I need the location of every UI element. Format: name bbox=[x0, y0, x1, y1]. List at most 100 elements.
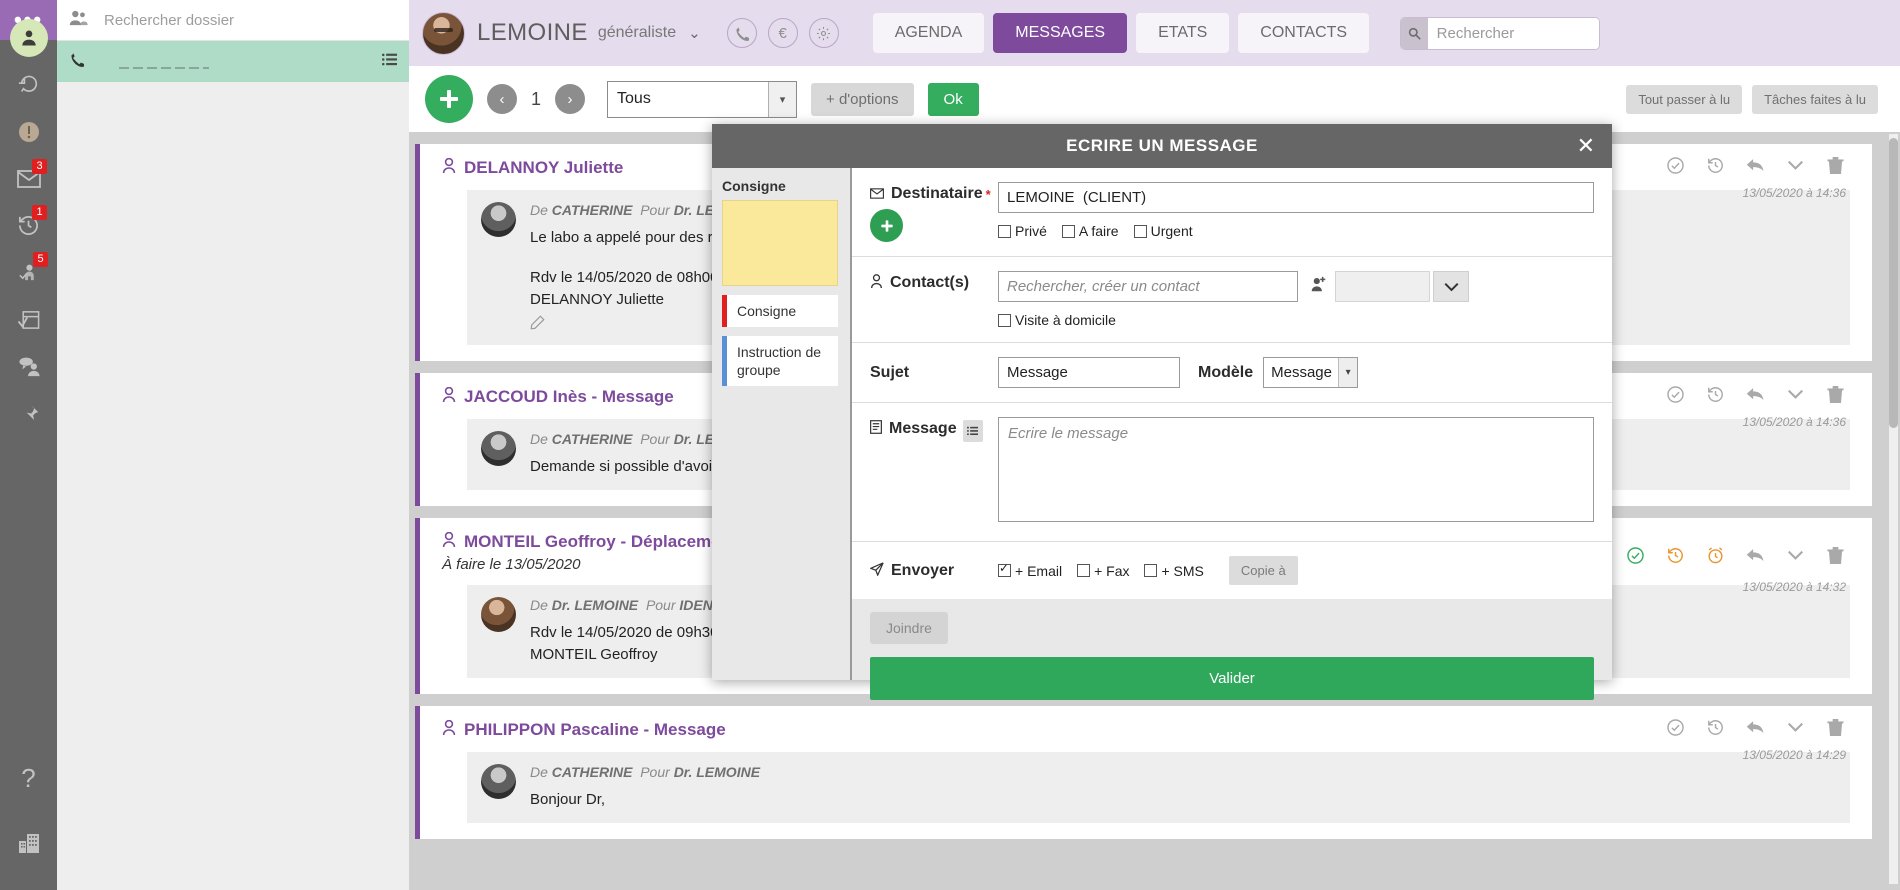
history-icon[interactable] bbox=[1700, 712, 1730, 742]
message-title-text: JACCOUD Inès - Message bbox=[464, 387, 674, 406]
rail-item-history[interactable]: 1 bbox=[0, 202, 57, 249]
checkbox-box[interactable] bbox=[998, 561, 1011, 577]
modal-title: ECRIRE UN MESSAGE bbox=[1066, 136, 1258, 155]
chevron-down-icon[interactable]: ⌄ bbox=[688, 24, 701, 42]
copie-a-button[interactable]: Copie à bbox=[1228, 556, 1298, 585]
reply-icon[interactable] bbox=[1740, 150, 1770, 180]
trash-icon[interactable] bbox=[1820, 379, 1850, 409]
chevron-down-icon[interactable]: ▾ bbox=[768, 81, 797, 117]
checkbox-box[interactable] bbox=[998, 313, 1011, 327]
reply-icon[interactable] bbox=[1740, 379, 1770, 409]
reply-icon[interactable] bbox=[1740, 712, 1770, 742]
message-textarea[interactable] bbox=[998, 417, 1594, 522]
message-actions bbox=[1650, 150, 1850, 180]
tab-agenda[interactable]: AGENDA bbox=[872, 13, 985, 53]
history-icon[interactable] bbox=[1700, 150, 1730, 180]
chevron-down-icon[interactable] bbox=[1780, 712, 1810, 742]
add-message-button[interactable] bbox=[425, 75, 473, 123]
history-icon[interactable] bbox=[1700, 379, 1730, 409]
checkbox-visite-a-domicile[interactable]: Visite à domicile bbox=[998, 312, 1116, 328]
euro-icon-button[interactable]: € bbox=[767, 18, 798, 48]
valider-button[interactable]: Valider bbox=[870, 657, 1594, 700]
add-destinataire-button[interactable] bbox=[870, 209, 903, 242]
rail-item-user[interactable] bbox=[0, 14, 57, 61]
list-scrollbar[interactable] bbox=[1889, 134, 1898, 884]
chevron-down-icon[interactable] bbox=[1780, 540, 1810, 570]
close-icon[interactable]: ✕ bbox=[1577, 135, 1595, 157]
contacts-select-box[interactable] bbox=[1335, 271, 1430, 302]
rail-item-pin[interactable] bbox=[0, 390, 57, 437]
contacts-label: Contact(s) bbox=[890, 274, 970, 291]
gear-icon-button[interactable] bbox=[808, 18, 839, 48]
check-circle-icon[interactable] bbox=[1620, 540, 1650, 570]
rail-item-chat[interactable] bbox=[0, 343, 57, 390]
phone-icon bbox=[69, 52, 84, 72]
chevron-down-icon[interactable] bbox=[1780, 379, 1810, 409]
modal-body: Consigne Consigne Instruction de groupe … bbox=[712, 168, 1612, 700]
rail-item-refresh[interactable] bbox=[0, 61, 57, 108]
rail-item-mail[interactable]: 3 bbox=[0, 155, 57, 202]
folder-list-icon[interactable] bbox=[382, 53, 397, 70]
chevron-down-icon[interactable] bbox=[1433, 271, 1469, 302]
tasks-done-button[interactable]: Tâches faites à lu bbox=[1752, 84, 1878, 114]
checkbox-urgent[interactable]: Urgent bbox=[1133, 223, 1193, 239]
check-circle-icon[interactable] bbox=[1660, 712, 1690, 742]
global-search-input[interactable] bbox=[1427, 17, 1600, 49]
checkbox-sms[interactable]: + SMS bbox=[1144, 563, 1204, 579]
history-icon[interactable] bbox=[1660, 540, 1690, 570]
rail-item-help[interactable]: ? bbox=[0, 755, 57, 802]
modal-left-pane: Consigne Consigne Instruction de groupe bbox=[712, 168, 852, 680]
checkbox-box[interactable] bbox=[1061, 224, 1075, 238]
consigne-note-area[interactable] bbox=[722, 200, 838, 286]
ok-button[interactable]: Ok bbox=[927, 82, 979, 116]
folder-selected-row[interactable] bbox=[57, 41, 409, 82]
destinataire-input[interactable] bbox=[998, 182, 1594, 213]
chevron-down-icon[interactable]: ▾ bbox=[1338, 358, 1358, 387]
trash-icon[interactable] bbox=[1820, 712, 1850, 742]
trash-icon[interactable] bbox=[1820, 150, 1850, 180]
next-page-button[interactable]: › bbox=[555, 84, 586, 114]
message-card[interactable]: PHILIPPON Pascaline - Message 13/05/2020… bbox=[415, 706, 1872, 839]
chevron-down-icon[interactable] bbox=[1780, 150, 1810, 180]
rail-item-patients[interactable]: 5 bbox=[0, 249, 57, 296]
write-message-modal: ECRIRE UN MESSAGE ✕ Consigne Consigne In… bbox=[712, 124, 1612, 700]
more-options-button[interactable]: + d'options bbox=[811, 82, 914, 116]
modal-left-item-instruction-groupe[interactable]: Instruction de groupe bbox=[722, 336, 838, 386]
joindre-button[interactable]: Joindre bbox=[870, 612, 948, 644]
check-circle-icon[interactable] bbox=[1660, 379, 1690, 409]
envoyer-row: Envoyer + Email + Fax + SMS Cop bbox=[852, 542, 1612, 599]
checkbox-fax[interactable]: + Fax bbox=[1077, 563, 1129, 579]
checkbox-box[interactable] bbox=[1144, 564, 1158, 577]
filter-select[interactable]: Tous ▾ bbox=[607, 80, 798, 118]
rail-item-buildings[interactable] bbox=[0, 819, 57, 866]
alarm-icon[interactable] bbox=[1700, 540, 1730, 570]
folder-search-bar[interactable] bbox=[57, 0, 409, 41]
message-templates-icon[interactable] bbox=[962, 420, 983, 442]
checkbox-prive[interactable]: Privé bbox=[998, 223, 1047, 239]
checkbox-box[interactable] bbox=[998, 224, 1011, 238]
tab-messages[interactable]: MESSAGES bbox=[993, 13, 1128, 53]
checkbox-email[interactable]: + Email bbox=[998, 561, 1062, 579]
checkbox-box[interactable] bbox=[1133, 224, 1147, 238]
checkbox-box[interactable] bbox=[1077, 564, 1091, 577]
scrollbar-thumb[interactable] bbox=[1889, 138, 1898, 428]
rail-item-alert[interactable] bbox=[0, 108, 57, 155]
phone-icon-button[interactable] bbox=[726, 18, 757, 48]
global-search-bar[interactable] bbox=[1400, 16, 1601, 50]
sujet-input[interactable] bbox=[998, 357, 1180, 388]
folder-search-input[interactable] bbox=[102, 10, 397, 30]
prev-page-button[interactable]: ‹ bbox=[487, 84, 517, 114]
contacts-search-input[interactable] bbox=[998, 271, 1298, 302]
modele-select[interactable]: Message ▾ bbox=[1263, 357, 1359, 388]
reply-icon[interactable] bbox=[1740, 540, 1770, 570]
modal-left-item-consigne[interactable]: Consigne bbox=[722, 295, 838, 327]
check-circle-icon[interactable] bbox=[1660, 150, 1690, 180]
rail-item-calendar[interactable] bbox=[0, 296, 57, 343]
tab-etats[interactable]: ETATS bbox=[1136, 13, 1230, 53]
to-label: Pour bbox=[640, 202, 670, 218]
mark-all-read-button[interactable]: Tout passer à lu bbox=[1626, 84, 1743, 114]
checkbox-a-faire[interactable]: A faire bbox=[1061, 223, 1119, 239]
tab-contacts[interactable]: CONTACTS bbox=[1238, 13, 1370, 53]
trash-icon[interactable] bbox=[1820, 540, 1850, 570]
add-person-icon[interactable] bbox=[1310, 276, 1327, 298]
